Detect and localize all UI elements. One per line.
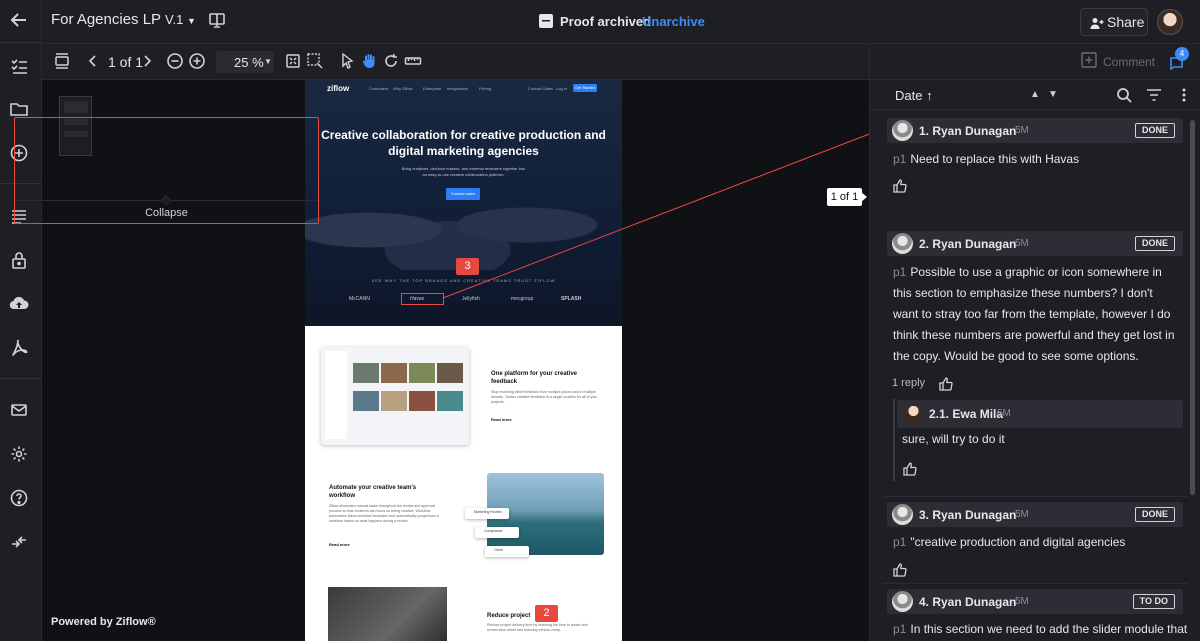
comment-page: p1 (893, 535, 907, 549)
comment-item[interactable]: 2. Ryan Dunagan 5M DONE p1 Possible to us… (883, 231, 1183, 396)
comment-time: 5M (1015, 238, 1029, 249)
comment-author: 2. Ryan Dunagan (919, 237, 1017, 251)
avatar (892, 233, 913, 254)
like-icon[interactable] (903, 462, 917, 476)
like-icon[interactable] (939, 377, 953, 391)
comment-item[interactable]: 4. Ryan Dunagan 5M TO DO p1 In this secti… (883, 589, 1187, 641)
comment-author: 1. Ryan Dunagan (919, 124, 1017, 138)
reply-thread-line (893, 399, 895, 481)
comment-card-selected[interactable]: Collapse (14, 117, 319, 224)
collapse-button[interactable]: Collapse (15, 195, 318, 224)
comment-time: 5M (1015, 125, 1029, 136)
collapse-label: Collapse (145, 207, 188, 219)
comment-body: p1 "creative production and digital agenc… (893, 532, 1178, 553)
annotation-pager[interactable]: 1 of 1 (827, 188, 862, 206)
comments-panel-header: Date ↑ ▲ ▼ (870, 80, 1200, 110)
comment-header: 3. Ryan Dunagan 5M DONE (887, 502, 1183, 527)
reply-author: 2.1. Ewa Mila (929, 407, 1004, 421)
comment-divider (883, 496, 1188, 497)
comment-page: p1 (893, 152, 907, 166)
sort-dropdown[interactable]: Date ↑ (895, 88, 933, 103)
reply-text: sure, will try to do it (902, 432, 1005, 446)
comment-body: p1 In this section we need to add the sli… (893, 619, 1187, 640)
more-vertical-icon[interactable] (1176, 87, 1192, 103)
comment-header: 1. Ryan Dunagan 5M DONE (887, 118, 1183, 143)
like-icon[interactable] (893, 179, 907, 193)
comment-item[interactable]: 3. Ryan Dunagan 5M DONE p1 "creative prod… (883, 502, 1183, 582)
comment-author: 3. Ryan Dunagan (919, 508, 1017, 522)
comment-item[interactable]: 1. Ryan Dunagan 5M DONE p1 Need to replac… (883, 118, 1183, 198)
comment-text: "creative production and digital agencie… (910, 535, 1126, 549)
comment-page: p1 (893, 265, 907, 279)
reply-header[interactable]: 2.1. Ewa Mila 5M (897, 400, 1183, 428)
sort-down-icon[interactable]: ▼ (1048, 89, 1064, 105)
search-icon[interactable] (1116, 87, 1132, 103)
status-badge[interactable]: DONE (1134, 507, 1175, 522)
sort-up-icon[interactable]: ▲ (1030, 89, 1046, 105)
avatar (892, 120, 913, 141)
comment-page: p1 (893, 622, 907, 636)
like-icon[interactable] (893, 563, 907, 577)
comment-text: Need to replace this with Havas (910, 152, 1080, 166)
status-badge[interactable]: TO DO (1132, 594, 1175, 609)
reply-time: 5M (997, 408, 1011, 419)
avatar (903, 403, 924, 424)
sort-label: Date (895, 88, 923, 103)
status-badge[interactable]: DONE (1134, 123, 1175, 138)
comment-header: 4. Ryan Dunagan 5M TO DO (887, 589, 1183, 614)
reply-count[interactable]: 1 reply (892, 377, 925, 389)
arrow-up-icon: ↑ (926, 88, 933, 103)
comments-scrollbar[interactable] (1190, 120, 1195, 495)
filter-icon[interactable] (1146, 87, 1162, 103)
comment-body: p1 Need to replace this with Havas (893, 149, 1178, 170)
status-badge[interactable]: DONE (1134, 236, 1175, 251)
comment-body: p1 Possible to use a graphic or icon some… (893, 262, 1178, 367)
avatar (892, 591, 913, 612)
comment-time: 5M (1015, 509, 1029, 520)
comment-text: In this section we need to add the slide… (910, 622, 1188, 636)
pager-arrow (861, 192, 867, 202)
comment-text: Possible to use a graphic or icon somewh… (893, 265, 1175, 363)
avatar (892, 504, 913, 525)
comment-author: 4. Ryan Dunagan (919, 595, 1017, 609)
comment-time: 5M (1015, 596, 1029, 607)
comment-header: 2. Ryan Dunagan 5M DONE (887, 231, 1183, 256)
collapse-notch (160, 195, 172, 207)
comment-divider (883, 583, 1188, 584)
